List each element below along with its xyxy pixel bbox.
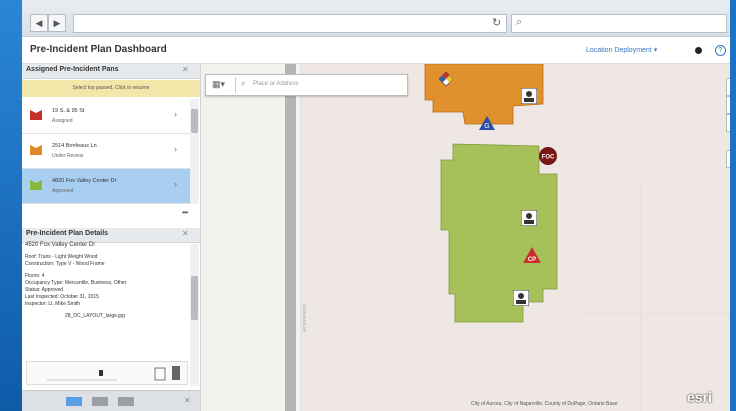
details-scrollbar-thumb[interactable] — [191, 276, 198, 320]
map-search-input[interactable]: Place or Address — [253, 81, 298, 87]
map-search-box[interactable]: ▦▾ ⌕ Place or Address — [205, 74, 408, 96]
red-flag-icon — [30, 110, 42, 120]
assigned-panel-title: Assigned Pre-Incident Pans — [26, 66, 119, 73]
browser-search-input[interactable]: ⌕ — [511, 14, 727, 33]
green-flag-icon — [30, 180, 42, 190]
home-icon[interactable]: ⌂ — [726, 96, 730, 114]
plan-item-status: Assigned — [52, 118, 73, 124]
desktop-background-left — [0, 0, 22, 411]
close-icon[interactable]: ✕ — [184, 396, 191, 405]
left-panel: Assigned Pre-Incident Pans ✕ Select top … — [22, 64, 201, 411]
command-post-icon[interactable]: CP — [523, 247, 541, 263]
chevron-right-icon: › — [174, 109, 177, 119]
hydrant-triangle-icon[interactable]: G — [479, 116, 495, 130]
page-indicator-1[interactable] — [66, 397, 82, 406]
svg-text:CP: CP — [528, 257, 536, 263]
details-last-inspected: Last Inspected: October 31, 2015 — [25, 294, 99, 300]
browser-window: ◀ ▶ ↻ ⌕ Pre-Incident Plan Dashboard Loca… — [22, 0, 730, 411]
building-green — [440, 143, 558, 323]
svg-text:FOC: FOC — [542, 155, 555, 161]
location-dropdown[interactable]: Location Deployment ▾ — [586, 46, 657, 54]
status-dot-icon[interactable] — [695, 47, 702, 54]
plan-item-1[interactable]: 19 S. & 95 St Assigned › — [22, 99, 190, 134]
assigned-panel-header: Assigned Pre-Incident Pans ✕ — [22, 64, 200, 79]
app-header: Pre-Incident Plan Dashboard Location Dep… — [22, 37, 730, 64]
floorplan-thumbnail[interactable] — [26, 361, 188, 385]
map-attribution: City of Aurora, City of Naperville, Coun… — [471, 401, 618, 407]
details-attachment-name[interactable]: 28_DC_LAYOUT_large.jpg — [25, 313, 187, 320]
plans-scrollbar-thumb[interactable] — [191, 109, 198, 133]
search-icon: ⌕ — [241, 79, 246, 88]
collapse-icon[interactable]: ✕ — [182, 65, 189, 74]
foc-marker-icon[interactable]: FOC — [539, 147, 557, 165]
panel-footer: ✕ — [22, 390, 200, 411]
details-occupancy: Occupancy Type: Mercantile, Business, Ot… — [25, 280, 127, 286]
details-panel-header: Pre-Incident Plan Details ✕ — [22, 228, 200, 243]
details-floors: Floors: 4 — [25, 273, 45, 279]
person-marker-icon[interactable] — [521, 210, 537, 226]
zoom-out-button[interactable]: − — [726, 114, 730, 132]
details-panel-title: Pre-Incident Plan Details — [26, 230, 109, 237]
page-title: Pre-Incident Plan Dashboard — [30, 44, 167, 55]
map-features — [300, 64, 730, 411]
browser-toolbar: ◀ ▶ ↻ ⌕ — [22, 0, 730, 37]
plan-item-2[interactable]: 2514 Bonfeaux Ln Under Review › — [22, 134, 190, 169]
plan-item-title: 4820 Fox Valley Center Dr — [52, 178, 117, 184]
plan-item-title: 19 S. & 95 St — [52, 108, 85, 114]
page-indicator-3[interactable] — [118, 397, 134, 406]
details-roof: Roof: Trans - Light Weight Wood — [25, 254, 98, 260]
chevron-right-icon: › — [174, 144, 177, 154]
plan-item-status: Approved — [52, 188, 74, 194]
map-view[interactable]: COMMONS DR G FOC CP ▦▾ ⌕ Place or Addres… — [201, 64, 730, 411]
details-inspector: Inspector: Lt. Mike Smith — [25, 301, 81, 307]
collapse-icon[interactable]: ✕ — [182, 229, 189, 238]
plan-item-3[interactable]: 4820 Fox Valley Center Dr Approved › — [22, 169, 190, 204]
zoom-in-button[interactable]: + — [726, 78, 730, 96]
hazard-diamond-icon[interactable] — [439, 72, 453, 86]
locate-circle-icon[interactable]: ○ — [726, 150, 730, 168]
address-bar[interactable] — [73, 14, 507, 33]
plan-item-status: Under Review — [52, 153, 84, 159]
help-icon[interactable]: ? — [715, 45, 726, 56]
forward-arrow-icon[interactable]: ▶ — [48, 14, 66, 32]
chevron-right-icon: › — [174, 179, 177, 189]
refresh-icon[interactable]: ↻ — [492, 16, 501, 29]
layers-grid-icon[interactable]: ▦▾ — [212, 79, 225, 90]
search-icon: ⌕ — [516, 16, 523, 28]
details-address: 4520 Fox Valley Center Dr — [25, 242, 96, 248]
orange-flag-icon — [30, 145, 42, 155]
esri-logo: esri — [687, 389, 712, 405]
details-construction: Construction: Type V - Wood Frame — [25, 261, 105, 267]
resume-banner[interactable]: Select top passed. Click to resume — [22, 80, 200, 97]
details-body: 4520 Fox Valley Center Dr Roof: Trans - … — [25, 242, 187, 320]
floorplan-drawing — [47, 366, 180, 381]
plan-item-title: 2514 Bonfeaux Ln — [52, 143, 97, 149]
back-arrow-icon[interactable]: ◀ — [30, 14, 48, 32]
page-indicator-2[interactable] — [92, 397, 108, 406]
svg-text:G: G — [484, 123, 489, 130]
more-options-icon[interactable]: ••• — [182, 208, 188, 217]
details-status: Status: Approved — [25, 287, 64, 293]
person-marker-icon[interactable] — [513, 290, 529, 306]
person-marker-icon[interactable] — [521, 88, 537, 104]
desktop-background-right — [730, 0, 736, 411]
